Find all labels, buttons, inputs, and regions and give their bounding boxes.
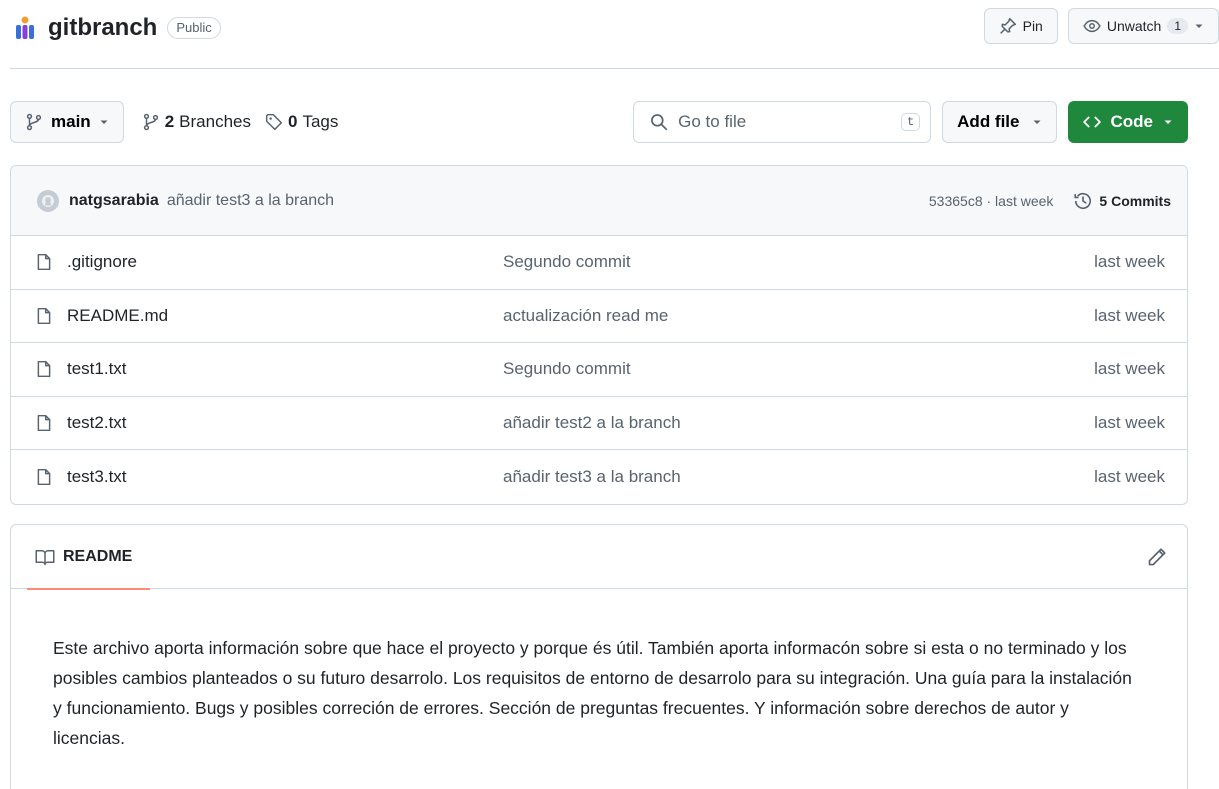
file-name[interactable]: README.md — [67, 306, 503, 326]
readme-panel: README Este archivo aporta información s… — [10, 524, 1188, 789]
watch-count: 1 — [1167, 18, 1188, 34]
readme-tab[interactable]: README — [26, 525, 151, 590]
git-branch-icon — [26, 113, 42, 131]
repo-page: gitbranch Public Pin Unwatch 1 main 2 Br… — [0, 0, 1219, 789]
commit-author[interactable]: natgsarabia — [69, 192, 159, 210]
add-file-button[interactable]: Add file — [942, 101, 1057, 143]
commits-link[interactable]: 5 Commits — [1073, 191, 1171, 211]
code-label: Code — [1110, 112, 1154, 131]
commit-meta: 53365c8 · last week 5 Commits — [929, 191, 1171, 211]
file-row[interactable]: test3.txt añadir test3 a la branch last … — [11, 450, 1187, 504]
eye-icon — [1083, 19, 1101, 33]
header-actions: Pin Unwatch 1 — [983, 8, 1219, 44]
file-commit-message[interactable]: Segundo commit — [503, 252, 1094, 272]
file-name[interactable]: test2.txt — [67, 413, 503, 433]
branch-name: main — [51, 112, 91, 131]
file-name[interactable]: .gitignore — [67, 252, 503, 272]
go-to-file-placeholder: Go to file — [678, 112, 747, 131]
file-commit-message[interactable]: añadir test2 a la branch — [503, 413, 1094, 433]
branch-selector[interactable]: main — [10, 101, 124, 143]
latest-commit-bar: natgsarabia añadir test3 a la branch 533… — [11, 166, 1187, 236]
unwatch-label: Unwatch — [1106, 18, 1162, 34]
author-avatar[interactable] — [37, 189, 59, 212]
branches-label: Branches — [179, 112, 251, 131]
tags-label: Tags — [302, 112, 339, 131]
file-name[interactable]: test3.txt — [67, 467, 503, 487]
visibility-badge: Public — [167, 17, 221, 39]
go-to-file-input[interactable]: Go to file t — [633, 101, 932, 143]
commits-count-label: 5 Commits — [1099, 192, 1171, 209]
branches-count: 2 — [164, 112, 175, 131]
file-icon — [37, 468, 51, 485]
file-commit-message[interactable]: Segundo commit — [503, 359, 1094, 379]
file-icon — [37, 307, 51, 324]
readme-header: README — [11, 525, 1187, 590]
book-icon — [35, 549, 55, 565]
file-icon — [37, 414, 51, 431]
caret-down-icon — [1164, 120, 1172, 124]
repo-name[interactable]: gitbranch — [48, 14, 157, 42]
file-list: natgsarabia añadir test3 a la branch 533… — [10, 165, 1188, 505]
repo-owner-avatar[interactable] — [10, 13, 40, 43]
repo-header: gitbranch Public Pin Unwatch 1 — [10, 8, 1219, 48]
pin-icon — [999, 17, 1016, 34]
caret-down-icon — [100, 120, 108, 124]
pin-button[interactable]: Pin — [983, 8, 1058, 44]
history-icon — [1074, 192, 1092, 209]
file-row[interactable]: test2.txt añadir test2 a la branch last … — [11, 397, 1187, 450]
file-icon — [37, 361, 51, 378]
caret-down-icon — [1033, 120, 1040, 124]
file-name[interactable]: test1.txt — [67, 359, 503, 379]
repo-toolbar: main 2 Branches 0 Tags Go to file t Add … — [10, 101, 1188, 143]
caret-down-icon — [1195, 24, 1203, 28]
commit-message[interactable]: añadir test3 a la branch — [167, 192, 334, 210]
file-commit-message[interactable]: añadir test3 a la branch — [503, 467, 1094, 487]
file-row[interactable]: README.md actualización read me last wee… — [11, 290, 1187, 343]
shortcut-key: t — [900, 113, 921, 131]
tags-link[interactable]: 0 Tags — [265, 112, 338, 132]
git-branch-icon — [143, 113, 158, 131]
file-time: last week — [1094, 466, 1165, 486]
file-time: last week — [1094, 252, 1165, 272]
add-file-label: Add file — [957, 112, 1020, 131]
header-divider — [10, 68, 1219, 69]
code-button[interactable]: Code — [1067, 101, 1188, 143]
file-time: last week — [1094, 412, 1165, 432]
file-time: last week — [1094, 359, 1165, 379]
readme-content: Este archivo aporta información sobre qu… — [53, 638, 1132, 748]
unwatch-button[interactable]: Unwatch 1 — [1067, 8, 1219, 44]
branches-link[interactable]: 2 Branches — [142, 112, 251, 132]
pencil-icon[interactable] — [1147, 547, 1167, 567]
file-row[interactable]: test1.txt Segundo commit last week — [11, 343, 1187, 397]
search-icon — [651, 114, 668, 131]
commit-hash-time[interactable]: 53365c8 · last week — [929, 193, 1054, 209]
file-time: last week — [1094, 305, 1165, 325]
file-icon — [37, 254, 51, 271]
file-row[interactable]: .gitignore Segundo commit last week — [11, 236, 1187, 290]
tags-count: 0 — [287, 112, 298, 131]
readme-tab-label: README — [63, 547, 133, 565]
tag-icon — [265, 113, 283, 131]
file-commit-message[interactable]: actualización read me — [503, 306, 1094, 326]
pin-label: Pin — [1022, 18, 1043, 34]
code-icon — [1082, 116, 1101, 128]
